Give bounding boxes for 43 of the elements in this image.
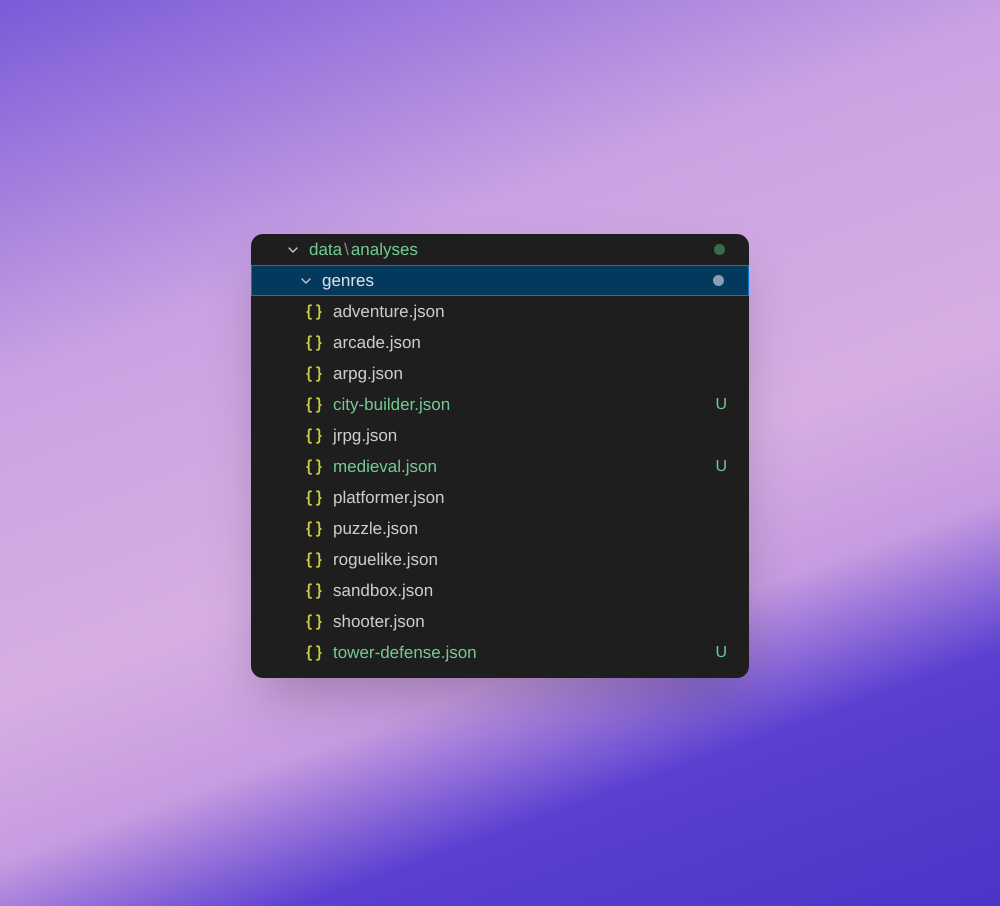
git-status-label: U — [715, 642, 727, 662]
folder-name: genres — [322, 270, 374, 292]
folder-path: data\analyses — [309, 238, 418, 261]
file-row[interactable]: medieval.json U — [251, 451, 749, 482]
json-braces-icon — [305, 302, 323, 320]
json-braces-icon — [305, 644, 323, 662]
file-name: jrpg.json — [333, 424, 398, 447]
file-row[interactable]: adventure.json — [251, 296, 749, 327]
file-row[interactable]: arcade.json — [251, 327, 749, 358]
file-name: roguelike.json — [333, 548, 438, 571]
file-row[interactable]: tower-defense.json U — [251, 637, 749, 668]
json-braces-icon — [305, 458, 323, 476]
file-name: puzzle.json — [333, 518, 418, 540]
file-name: medieval.json — [333, 456, 437, 478]
json-braces-icon — [305, 426, 323, 444]
file-row[interactable]: jrpg.json — [251, 420, 749, 451]
file-row[interactable]: platformer.json — [251, 482, 749, 513]
file-name: sandbox.json — [333, 580, 434, 602]
file-name: city-builder.json — [333, 394, 450, 416]
git-status-label: U — [715, 456, 727, 476]
file-row[interactable]: puzzle.json — [251, 513, 749, 544]
file-name: adventure.json — [333, 300, 445, 323]
json-braces-icon — [305, 334, 323, 352]
file-row[interactable]: arpg.json — [251, 358, 749, 389]
json-braces-icon — [305, 582, 323, 600]
json-braces-icon — [305, 520, 323, 538]
git-status-label: U — [715, 394, 727, 414]
file-name: platformer.json — [333, 486, 444, 509]
json-braces-icon — [305, 364, 323, 382]
file-row[interactable]: shooter.json — [251, 606, 749, 637]
json-braces-icon — [305, 550, 323, 568]
file-name: arpg.json — [333, 362, 403, 385]
json-braces-icon — [305, 488, 323, 506]
file-name: shooter.json — [333, 610, 425, 633]
file-row[interactable]: city-builder.json U — [251, 389, 749, 420]
file-name: arcade.json — [333, 332, 421, 354]
file-name: tower-defense.json — [333, 642, 477, 664]
folder-row[interactable]: data\analyses — [251, 234, 749, 265]
folder-row[interactable]: genres — [251, 265, 749, 296]
json-braces-icon — [305, 612, 323, 630]
json-braces-icon — [305, 396, 323, 414]
file-row[interactable]: roguelike.json — [251, 544, 749, 575]
file-row[interactable]: sandbox.json — [251, 575, 749, 606]
